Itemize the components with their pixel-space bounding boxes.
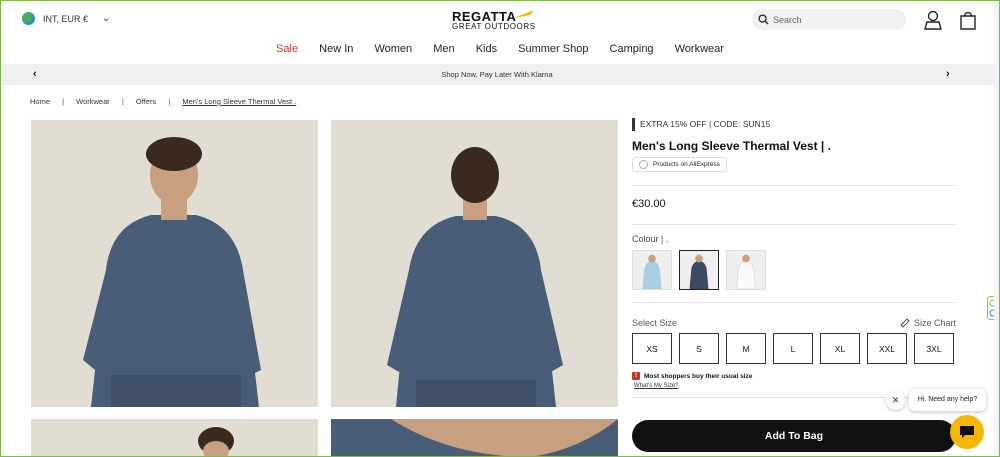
logo-swoosh-icon	[514, 10, 534, 18]
ruler-icon	[900, 318, 910, 328]
breadcrumb-separator: |	[168, 97, 171, 106]
breadcrumb-current[interactable]: Men's Long Sleeve Thermal Vest .	[182, 97, 296, 106]
info-icon: !	[632, 372, 640, 380]
colour-label: Colour | .	[632, 234, 669, 244]
search-input[interactable]	[773, 14, 893, 25]
search-box[interactable]	[752, 9, 906, 30]
size-advice: ! Most shoppers buy their usual size	[632, 372, 956, 380]
promo-text[interactable]: Shop Now, Pay Later With Klarna	[441, 70, 552, 79]
account-icon[interactable]	[922, 9, 944, 31]
product-price: €30.00	[632, 198, 666, 210]
size-chart-label: Size Chart	[913, 318, 956, 328]
swatch-light-blue[interactable]	[632, 250, 672, 290]
locale-label: INT, EUR €	[43, 13, 89, 24]
search-icon	[758, 14, 769, 25]
product-title: Men's Long Sleeve Thermal Vest | .	[632, 139, 831, 153]
nav-item-workwear[interactable]: Workwear	[675, 43, 724, 55]
swatch-navy[interactable]	[679, 250, 719, 290]
aliexpress-button[interactable]: Products on AliExpress	[632, 157, 727, 172]
breadcrumb-offers[interactable]: Offers	[136, 97, 156, 106]
select-size-label: Select Size	[632, 318, 678, 328]
add-to-bag-button[interactable]: Add To Bag	[632, 420, 956, 452]
nav-item-camping[interactable]: Camping	[610, 43, 654, 55]
divider	[632, 397, 956, 398]
product-image-detail-2[interactable]	[331, 419, 618, 457]
size-options: XS S M L XL XXL 3XL	[632, 333, 956, 364]
size-xxl[interactable]: XXL	[867, 333, 907, 364]
promo-code-badge: EXTRA 15% OFF | CODE: SUN15	[632, 118, 956, 131]
breadcrumb-workwear[interactable]: Workwear	[76, 97, 110, 106]
breadcrumb-home[interactable]: Home	[30, 97, 50, 106]
nav-item-sale[interactable]: Sale	[276, 43, 298, 55]
regatta-logo[interactable]: REGATTA GREAT OUTDOORS	[452, 9, 536, 33]
breadcrumb-separator: |	[121, 97, 124, 106]
size-s[interactable]: S	[679, 333, 719, 364]
breadcrumb-separator: |	[62, 97, 65, 106]
divider	[632, 224, 956, 225]
size-m[interactable]: M	[726, 333, 766, 364]
colour-swatches	[632, 250, 956, 290]
divider	[632, 185, 956, 186]
chat-greeting[interactable]: Hi. Need any help?	[909, 389, 986, 411]
chat-close-button[interactable]: ✕	[886, 391, 905, 410]
promo-banner: ‹ Shop Now, Pay Later With Klarna ›	[0, 64, 994, 85]
swatch-white[interactable]	[726, 250, 766, 290]
breadcrumb: Home | Workwear | Offers | Men's Long Sl…	[30, 97, 306, 106]
product-image-front[interactable]	[31, 120, 318, 407]
size-advice-text: Most shoppers buy their usual size	[644, 372, 753, 380]
nav-item-men[interactable]: Men	[433, 43, 454, 55]
size-header: Select Size Size Chart	[632, 318, 956, 328]
locale-selector[interactable]: INT, EUR € ⌄	[22, 12, 110, 25]
product-image-back[interactable]	[331, 120, 618, 407]
promo-prev-arrow-icon[interactable]: ‹	[33, 64, 37, 85]
aliexpress-label: Products on AliExpress	[653, 161, 720, 168]
size-3xl[interactable]: 3XL	[914, 333, 954, 364]
promo-next-arrow-icon[interactable]: ›	[946, 64, 950, 85]
chat-icon	[960, 426, 974, 438]
size-xl[interactable]: XL	[820, 333, 860, 364]
page-scrollbar[interactable]	[994, 0, 1000, 457]
chevron-down-icon: ⌄	[102, 13, 111, 24]
nav-item-kids[interactable]: Kids	[476, 43, 497, 55]
size-chart-link[interactable]: Size Chart	[900, 318, 956, 328]
nav-item-new-in[interactable]: New In	[319, 43, 353, 55]
nav-item-summer-shop[interactable]: Summer Shop	[518, 43, 588, 55]
chat-launcher-button[interactable]	[950, 415, 984, 449]
product-image-detail-1[interactable]	[31, 419, 318, 457]
aliexpress-icon	[639, 160, 648, 169]
globe-icon	[22, 12, 35, 25]
bag-icon[interactable]	[957, 9, 979, 31]
main-navigation: Sale New In Women Men Kids Summer Shop C…	[0, 43, 1000, 55]
size-l[interactable]: L	[773, 333, 813, 364]
divider	[632, 302, 956, 303]
nav-item-women[interactable]: Women	[374, 43, 412, 55]
product-panel: EXTRA 15% OFF | CODE: SUN15 Men's Long S…	[632, 118, 956, 398]
whats-my-size-link[interactable]: What's My Size?	[634, 383, 956, 389]
site-header: INT, EUR € ⌄ REGATTA GREAT OUTDOORS Sale…	[0, 0, 1000, 64]
logo-tagline: GREAT OUTDOORS	[452, 22, 536, 31]
size-xs[interactable]: XS	[632, 333, 672, 364]
